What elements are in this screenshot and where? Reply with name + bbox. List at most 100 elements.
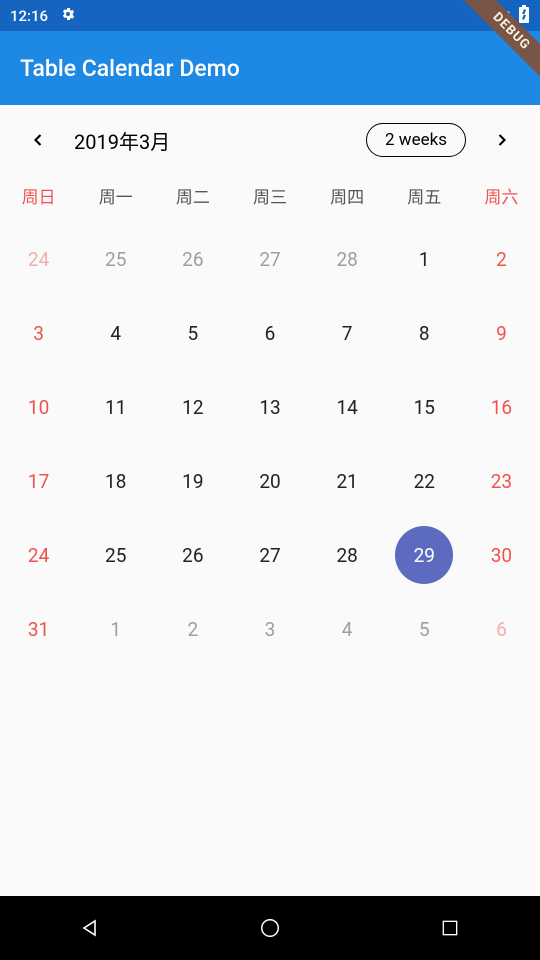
day-number: 4 bbox=[110, 322, 121, 345]
calendar-header: 2019年3月 2 weeks bbox=[0, 105, 540, 175]
calendar-day-cell[interactable]: 9 bbox=[463, 296, 540, 370]
calendar-day-cell[interactable]: 5 bbox=[386, 592, 463, 666]
calendar-day-cell[interactable]: 6 bbox=[231, 296, 308, 370]
calendar-day-cell[interactable]: 15 bbox=[386, 370, 463, 444]
calendar-day-cell[interactable]: 5 bbox=[154, 296, 231, 370]
day-number: 26 bbox=[182, 544, 203, 567]
calendar-day-cell[interactable]: 4 bbox=[309, 592, 386, 666]
day-number: 27 bbox=[259, 544, 280, 567]
prev-month-button[interactable] bbox=[18, 120, 58, 160]
calendar-day-cell[interactable]: 10 bbox=[0, 370, 77, 444]
day-of-week-header: 周五 bbox=[386, 175, 463, 222]
next-month-button[interactable] bbox=[482, 120, 522, 160]
day-number: 3 bbox=[33, 322, 44, 345]
calendar-day-cell[interactable]: 1 bbox=[77, 592, 154, 666]
day-number: 2 bbox=[188, 618, 199, 641]
calendar-day-cell[interactable]: 25 bbox=[77, 518, 154, 592]
calendar-day-cell[interactable]: 6 bbox=[463, 592, 540, 666]
nav-home-button[interactable] bbox=[210, 903, 330, 953]
calendar-day-cell[interactable]: 17 bbox=[0, 444, 77, 518]
day-number: 5 bbox=[188, 322, 199, 345]
calendar-day-cell[interactable]: 23 bbox=[463, 444, 540, 518]
day-number: 12 bbox=[182, 396, 203, 419]
day-number: 18 bbox=[105, 470, 126, 493]
calendar-day-cell[interactable]: 30 bbox=[463, 518, 540, 592]
day-number: 6 bbox=[496, 618, 507, 641]
circle-home-icon bbox=[259, 917, 281, 939]
status-time: 12:16 bbox=[10, 7, 48, 25]
nav-recent-button[interactable] bbox=[390, 903, 510, 953]
day-number: 25 bbox=[105, 248, 126, 271]
day-number: 15 bbox=[414, 396, 435, 419]
calendar-day-cell[interactable]: 8 bbox=[386, 296, 463, 370]
calendar-day-cell[interactable]: 26 bbox=[154, 518, 231, 592]
status-bar: 12:16 bbox=[0, 0, 540, 31]
calendar-week-row: 24 25 2627 28 1 2 bbox=[0, 222, 540, 296]
month-title: 2019年3月 bbox=[74, 126, 170, 155]
calendar-day-cell[interactable]: 14 bbox=[309, 370, 386, 444]
day-number: 9 bbox=[496, 322, 507, 345]
day-number: 13 bbox=[259, 396, 280, 419]
calendar-day-cell[interactable]: 1 bbox=[386, 222, 463, 296]
day-number: 28 bbox=[336, 248, 357, 271]
calendar-day-cell[interactable]: 13 bbox=[231, 370, 308, 444]
app-bar: Table Calendar Demo bbox=[0, 31, 540, 105]
square-recent-icon bbox=[440, 918, 460, 938]
calendar-week-row: 24 25 26 27 2829 30 bbox=[0, 518, 540, 592]
calendar-day-cell[interactable]: 27 bbox=[231, 518, 308, 592]
day-of-week-header: 周二 bbox=[154, 175, 231, 222]
calendar-day-cell[interactable]: 24 bbox=[0, 518, 77, 592]
calendar-day-cell[interactable]: 7 bbox=[309, 296, 386, 370]
calendar-day-cell[interactable]: 18 bbox=[77, 444, 154, 518]
day-number: 1 bbox=[419, 248, 430, 271]
day-number: 6 bbox=[265, 322, 276, 345]
day-number: 19 bbox=[182, 470, 203, 493]
calendar-day-cell[interactable]: 25 bbox=[77, 222, 154, 296]
calendar-day-cell[interactable]: 31 bbox=[0, 592, 77, 666]
day-number: 23 bbox=[491, 470, 512, 493]
day-number: 1 bbox=[110, 618, 121, 641]
calendar-day-cell[interactable]: 28 bbox=[309, 222, 386, 296]
calendar-day-cell[interactable]: 21 bbox=[309, 444, 386, 518]
calendar-week-row: 31 1 2 3 4 5 6 bbox=[0, 592, 540, 666]
nav-back-button[interactable] bbox=[30, 903, 150, 953]
day-number: 16 bbox=[491, 396, 512, 419]
day-of-week-header: 周四 bbox=[309, 175, 386, 222]
calendar-day-cell[interactable]: 22 bbox=[386, 444, 463, 518]
calendar-day-cell[interactable]: 27 bbox=[231, 222, 308, 296]
calendar-day-cell[interactable]: 28 bbox=[309, 518, 386, 592]
calendar-day-cell[interactable]: 20 bbox=[231, 444, 308, 518]
calendar-week-row: 10 11 12 13 14 15 16 bbox=[0, 370, 540, 444]
calendar-week-row: 3 4 5 6 7 8 9 bbox=[0, 296, 540, 370]
calendar-day-cell[interactable]: 29 bbox=[386, 518, 463, 592]
calendar-day-cell[interactable]: 2 bbox=[154, 592, 231, 666]
day-number: 24 bbox=[28, 248, 49, 271]
page-title: Table Calendar Demo bbox=[20, 55, 240, 82]
gear-icon bbox=[60, 6, 76, 26]
day-number: 2 bbox=[496, 248, 507, 271]
day-number: 8 bbox=[419, 322, 430, 345]
calendar-day-cell[interactable]: 16 bbox=[463, 370, 540, 444]
calendar-day-cell[interactable]: 11 bbox=[77, 370, 154, 444]
calendar-grid: 周日周一周二周三周四周五周六 2425262728123456789101112… bbox=[0, 175, 540, 666]
days-of-week-row: 周日周一周二周三周四周五周六 bbox=[0, 175, 540, 222]
calendar-day-cell[interactable]: 26 bbox=[154, 222, 231, 296]
chevron-right-icon bbox=[492, 130, 512, 150]
day-number: 22 bbox=[414, 470, 435, 493]
day-number: 11 bbox=[105, 396, 126, 419]
calendar-day-cell[interactable]: 12 bbox=[154, 370, 231, 444]
calendar-day-cell[interactable]: 3 bbox=[0, 296, 77, 370]
calendar-day-cell[interactable]: 19 bbox=[154, 444, 231, 518]
format-toggle-button[interactable]: 2 weeks bbox=[366, 123, 466, 157]
day-number: 17 bbox=[28, 470, 49, 493]
day-number: 10 bbox=[28, 396, 49, 419]
calendar-day-cell[interactable]: 3 bbox=[231, 592, 308, 666]
calendar-day-cell[interactable]: 4 bbox=[77, 296, 154, 370]
day-number: 4 bbox=[342, 618, 353, 641]
day-of-week-header: 周三 bbox=[231, 175, 308, 222]
calendar-day-cell[interactable]: 2 bbox=[463, 222, 540, 296]
day-number: 25 bbox=[105, 544, 126, 567]
calendar-day-cell[interactable]: 24 bbox=[0, 222, 77, 296]
day-number: 30 bbox=[491, 544, 512, 567]
triangle-back-icon bbox=[78, 916, 102, 940]
